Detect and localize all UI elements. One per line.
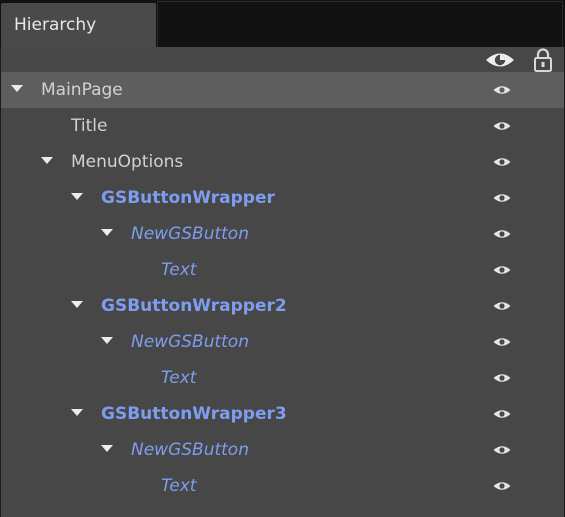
tree-row[interactable]: MainPage	[1, 72, 564, 108]
expand-arrow-down-icon[interactable]	[101, 445, 113, 452]
tree-item-label: Text	[161, 260, 197, 280]
tab-bar-empty-area	[157, 1, 563, 47]
tree-row[interactable]: GSButtonWrapper3	[1, 396, 564, 432]
tree-item-label: Title	[71, 116, 108, 136]
expand-arrow-down-icon[interactable]	[101, 337, 113, 344]
column-header	[1, 47, 564, 73]
expand-arrow-down-icon[interactable]	[71, 301, 83, 308]
visibility-eye-icon[interactable]	[493, 120, 511, 132]
visibility-eye-icon[interactable]	[493, 372, 511, 384]
expand-arrow-down-icon[interactable]	[71, 193, 83, 200]
tree-item-label: NewGSButton	[131, 224, 249, 244]
tree-row[interactable]: NewGSButton	[1, 432, 564, 468]
tab-bar: Hierarchy	[0, 0, 565, 48]
visibility-eye-icon[interactable]	[493, 84, 511, 96]
tree-row[interactable]: Text	[1, 360, 564, 396]
tree-item-label: Text	[161, 368, 197, 388]
tab-hierarchy[interactable]: Hierarchy	[1, 3, 156, 48]
tree-item-label: NewGSButton	[131, 440, 249, 460]
hierarchy-window: Hierarchy MainPage Title MenuOptions GSButt…	[0, 0, 565, 517]
lock-icon[interactable]	[533, 48, 553, 72]
hierarchy-panel: MainPage Title MenuOptions GSButtonWrapper N…	[1, 47, 564, 517]
tree-row[interactable]: NewGSButton	[1, 216, 564, 252]
visibility-eye-icon[interactable]	[493, 192, 511, 204]
tree-row[interactable]: Text	[1, 468, 564, 504]
tree-row[interactable]: NewGSButton	[1, 324, 564, 360]
eye-icon[interactable]	[485, 49, 515, 71]
hierarchy-tree: MainPage Title MenuOptions GSButtonWrapper N…	[1, 72, 564, 504]
visibility-eye-icon[interactable]	[493, 300, 511, 312]
tree-item-label: GSButtonWrapper	[101, 188, 275, 208]
tree-item-label: GSButtonWrapper3	[101, 404, 287, 424]
tree-item-label: GSButtonWrapper2	[101, 296, 287, 316]
visibility-eye-icon[interactable]	[493, 444, 511, 456]
expand-arrow-down-icon[interactable]	[101, 229, 113, 236]
visibility-eye-icon[interactable]	[493, 228, 511, 240]
tree-item-label: MenuOptions	[71, 152, 184, 172]
tree-item-label: MainPage	[41, 80, 123, 100]
expand-arrow-down-icon[interactable]	[71, 409, 83, 416]
visibility-eye-icon[interactable]	[493, 480, 511, 492]
expand-arrow-down-icon[interactable]	[11, 85, 23, 92]
visibility-eye-icon[interactable]	[493, 408, 511, 420]
visibility-eye-icon[interactable]	[493, 336, 511, 348]
tree-row[interactable]: GSButtonWrapper	[1, 180, 564, 216]
tree-item-label: NewGSButton	[131, 332, 249, 352]
tree-row[interactable]: MenuOptions	[1, 144, 564, 180]
tree-row[interactable]: Title	[1, 108, 564, 144]
tree-row[interactable]: GSButtonWrapper2	[1, 288, 564, 324]
visibility-eye-icon[interactable]	[493, 156, 511, 168]
tree-row[interactable]: Text	[1, 252, 564, 288]
tree-item-label: Text	[161, 476, 197, 496]
expand-arrow-down-icon[interactable]	[41, 157, 53, 164]
visibility-eye-icon[interactable]	[493, 264, 511, 276]
